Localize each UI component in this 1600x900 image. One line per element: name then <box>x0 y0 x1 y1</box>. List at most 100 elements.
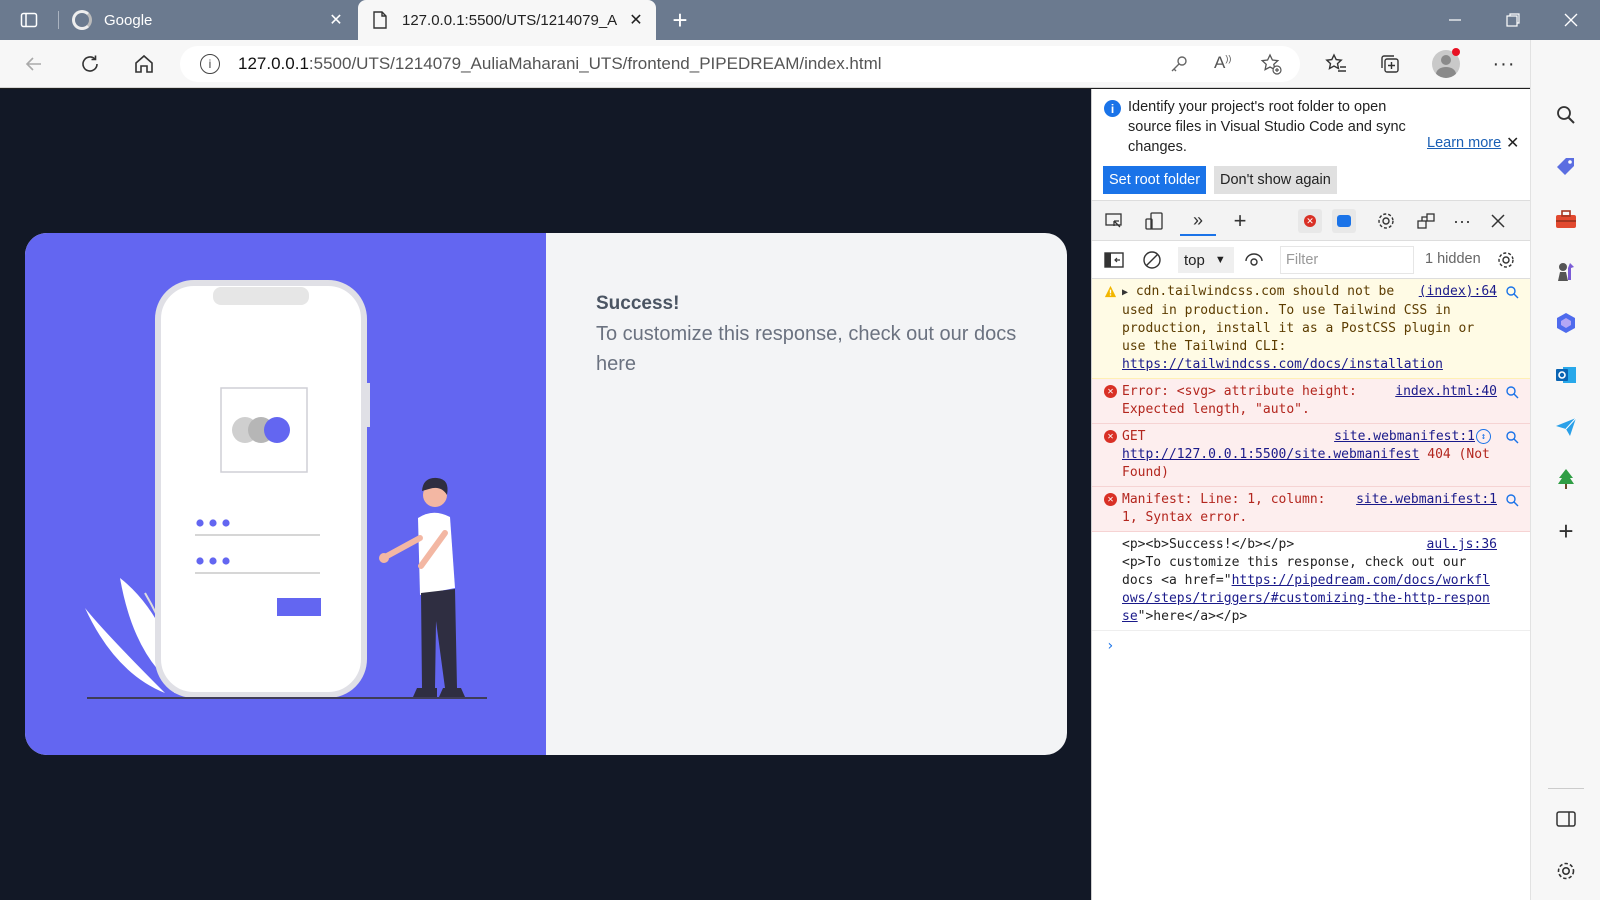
sidebar-search-button[interactable] <box>1553 102 1579 128</box>
dont-show-again-button[interactable]: Don't show again <box>1214 166 1337 194</box>
error-icon: ✕ <box>1104 493 1117 506</box>
read-aloud-icon[interactable]: A)) <box>1214 53 1231 73</box>
home-icon <box>135 54 153 73</box>
back-button[interactable] <box>16 46 52 82</box>
console-settings-button[interactable] <box>1494 248 1518 272</box>
network-info-icon[interactable]: ↕ <box>1476 429 1491 444</box>
request-url-link[interactable]: http://127.0.0.1:5500/site.webmanifest <box>1122 447 1419 462</box>
sidebar-outlook-button[interactable] <box>1553 362 1579 388</box>
back-arrow-icon <box>25 57 41 71</box>
restore-icon <box>1506 13 1520 27</box>
tab-actions-button[interactable] <box>18 9 40 31</box>
toggle-sidebar-button[interactable] <box>1102 248 1126 272</box>
password-key-icon[interactable] <box>1170 55 1188 78</box>
context-value: top <box>1184 251 1205 269</box>
context-selector[interactable]: top ▼ <box>1178 247 1234 273</box>
clear-icon <box>1143 251 1161 269</box>
more-tools-tab[interactable]: » <box>1180 206 1216 236</box>
close-window-button[interactable] <box>1556 10 1586 30</box>
page-viewport: Success! To customize this response, che… <box>0 89 1091 900</box>
collections-button[interactable] <box>1372 46 1408 82</box>
eye-icon <box>1245 253 1263 266</box>
sidebar-tools-button[interactable] <box>1553 206 1579 232</box>
inspect-icon <box>1105 213 1122 228</box>
sidebar-shopping-button[interactable] <box>1553 154 1579 180</box>
error-text: Manifest: Line: 1, column: 1, Syntax err… <box>1122 492 1326 525</box>
sidebar-copilot-button[interactable] <box>1553 310 1579 336</box>
sidebar-drop-button[interactable] <box>1553 414 1579 440</box>
more-icon: ··· <box>1453 210 1471 231</box>
new-tab-button[interactable]: + <box>666 5 694 35</box>
refresh-button[interactable] <box>72 46 108 82</box>
search-icon[interactable] <box>1505 430 1519 444</box>
browser-toolbar: i 127.0.0.1:5500/UTS/1214079_AuliaMahara… <box>0 40 1600 88</box>
chess-piece-icon <box>1558 263 1574 281</box>
console-error-message[interactable]: ✕ index.html:40 Error: <svg> attribute h… <box>1092 379 1531 424</box>
message-source-link[interactable]: site.webmanifest:1 <box>1334 428 1475 446</box>
devtools-panel: i Identify your project's root folder to… <box>1091 89 1531 900</box>
shopping-tag-icon <box>1557 158 1574 175</box>
favorites-button[interactable] <box>1318 46 1354 82</box>
restore-button[interactable] <box>1498 10 1528 30</box>
outlook-icon <box>1556 367 1576 383</box>
devtools-settings-button[interactable] <box>1374 209 1398 233</box>
live-expression-button[interactable] <box>1242 248 1266 272</box>
console-error-message[interactable]: ✕ site.webmanifest:1 ↕ GET http://127.0.… <box>1092 424 1531 487</box>
connect-device-button[interactable] <box>1414 209 1438 233</box>
close-tab-icon[interactable]: ✕ <box>326 10 346 30</box>
search-icon[interactable] <box>1505 285 1519 299</box>
message-source-link[interactable]: index.html:40 <box>1395 383 1497 401</box>
console-warning-message[interactable]: (index):64 ▶ cdn.tailwindcss.com should … <box>1092 279 1531 379</box>
devtools-more-button[interactable]: ··· <box>1450 209 1474 233</box>
search-icon <box>1557 106 1575 124</box>
tab-active[interactable]: 127.0.0.1:5500/UTS/1214079_Aul ✕ <box>358 0 656 40</box>
sidebar-games-button[interactable] <box>1553 258 1579 284</box>
sidebar-panel-icon <box>1556 811 1576 827</box>
close-tab-icon[interactable]: ✕ <box>626 10 646 30</box>
console-output: (index):64 ▶ cdn.tailwindcss.com should … <box>1092 279 1531 900</box>
site-info-icon[interactable]: i <box>200 54 220 74</box>
refresh-icon <box>82 55 98 72</box>
console-error-message[interactable]: ✕ site.webmanifest:1 Manifest: Line: 1, … <box>1092 487 1531 532</box>
profile-button[interactable] <box>1428 46 1464 82</box>
close-devtools-button[interactable] <box>1486 209 1510 233</box>
error-count-badge[interactable]: ✕ <box>1298 209 1322 233</box>
home-button[interactable] <box>126 46 162 82</box>
search-icon[interactable] <box>1505 493 1519 507</box>
search-icon[interactable] <box>1505 385 1519 399</box>
message-source-link[interactable]: site.webmanifest:1 <box>1356 491 1497 509</box>
learn-more-link[interactable]: Learn more <box>1427 135 1501 151</box>
clear-console-button[interactable] <box>1140 248 1164 272</box>
console-prompt-input[interactable]: › <box>1092 631 1531 655</box>
settings-more-button[interactable]: ··· <box>1486 46 1522 82</box>
tab-google[interactable]: Google ✕ <box>64 0 356 40</box>
add-favorite-icon[interactable] <box>1260 53 1282 80</box>
tab-actions-icon <box>20 12 38 28</box>
sidebar-add-button[interactable]: + <box>1553 516 1579 546</box>
inspect-element-button[interactable] <box>1102 209 1126 233</box>
sidebar-tree-button[interactable] <box>1553 466 1579 492</box>
close-icon[interactable]: ✕ <box>1506 133 1519 153</box>
add-tool-button[interactable]: + <box>1228 208 1252 233</box>
more-icon: ··· <box>1492 52 1516 75</box>
edge-sidebar: + <box>1530 40 1600 900</box>
console-filter-input[interactable]: Filter <box>1280 246 1414 274</box>
device-emulation-button[interactable] <box>1142 209 1166 233</box>
hide-sidebar-button[interactable] <box>1553 806 1579 832</box>
sidebar-settings-button[interactable] <box>1553 858 1579 884</box>
message-source-link[interactable]: aul.js:36 <box>1427 536 1497 554</box>
set-root-folder-button[interactable]: Set root folder <box>1103 166 1207 194</box>
remote-devices-icon <box>1417 213 1435 229</box>
toolbox-icon <box>1556 210 1576 228</box>
minimize-button[interactable] <box>1440 10 1470 30</box>
chevron-right-icon: › <box>1106 638 1115 654</box>
minimize-icon <box>1449 19 1461 21</box>
message-source-link[interactable]: (index):64 <box>1419 283 1497 301</box>
address-bar[interactable]: i 127.0.0.1:5500/UTS/1214079_AuliaMahara… <box>180 46 1300 82</box>
expand-triangle-icon[interactable]: ▶ <box>1122 287 1128 298</box>
success-card: Success! To customize this response, che… <box>25 233 1067 755</box>
issues-badge[interactable] <box>1332 209 1356 233</box>
console-log-message[interactable]: aul.js:36 <p><b>Success!</b></p> <p>To c… <box>1092 532 1531 631</box>
warning-link[interactable]: https://tailwindcss.com/docs/installatio… <box>1122 357 1443 372</box>
hidden-messages-count[interactable]: 1 hidden <box>1425 251 1481 267</box>
